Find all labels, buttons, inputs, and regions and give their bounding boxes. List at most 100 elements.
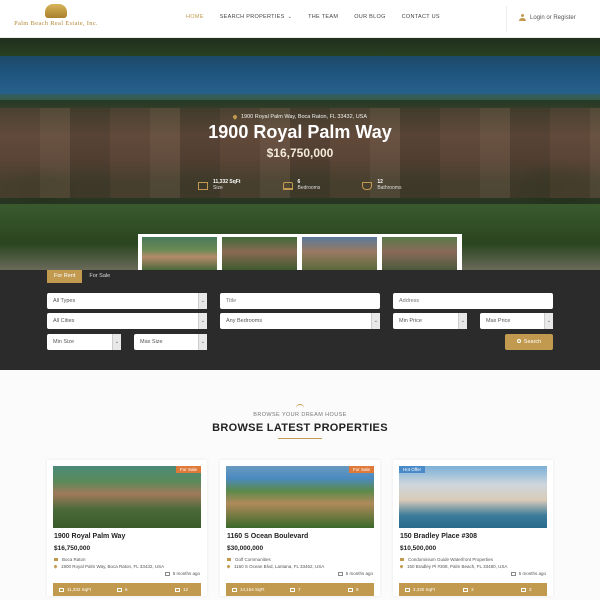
user-icon [519, 14, 526, 21]
thumbnail-2[interactable] [222, 237, 297, 270]
stat-bathrooms-label: Bathrooms [377, 185, 402, 191]
nav-search-properties[interactable]: SEARCH PROPERTIES ⌄ [220, 14, 292, 20]
property-image[interactable] [226, 466, 374, 528]
bed-icon [290, 587, 295, 592]
size-icon [405, 587, 410, 592]
main-nav: HOME SEARCH PROPERTIES ⌄ THE TEAM OUR BLO… [186, 14, 456, 20]
property-image[interactable] [53, 466, 201, 528]
property-beds-text: 6 [125, 587, 128, 592]
nav-contact-us[interactable]: CONTACT US [402, 14, 440, 20]
property-beds: 6 [117, 587, 128, 592]
nav-contact-us-label: CONTACT US [401, 14, 440, 20]
chevron-down-icon: ⌄ [460, 318, 465, 324]
tab-for-sale[interactable]: For Sale [82, 270, 117, 283]
cities-select[interactable]: All Cities ⌄ [47, 313, 207, 329]
chevron-down-icon: ⌄ [546, 318, 551, 324]
property-baths-text: 12 [183, 587, 189, 592]
bedrooms-select-value: Any Bedrooms [226, 318, 263, 324]
stat-size-label: Size [213, 185, 223, 191]
site-logo[interactable]: Palm Beach Real Estate, Inc. [6, 4, 106, 34]
nav-the-team-label: THE TEAM [308, 14, 339, 20]
search-button-label: Search [523, 339, 542, 345]
property-stats-bar: 14,154 SqFt 7 9 [226, 583, 374, 596]
latest-properties-section: BROWSE YOUR DREAM HOUSE BROWSE LATEST PR… [0, 370, 600, 600]
property-card[interactable]: Hot Offer 150 Bradley Place #308 $10,500… [393, 460, 553, 596]
property-price: $30,000,000 [227, 545, 264, 552]
hero-title[interactable]: 1900 Royal Palm Way [0, 122, 600, 143]
types-select[interactable]: All Types ⌄ [47, 293, 207, 309]
property-title[interactable]: 1900 Royal Palm Way [54, 533, 125, 540]
hero-thumbnail-strip [138, 234, 462, 270]
property-card[interactable]: For Sale 1900 Royal Palm Way $16,750,000… [47, 460, 207, 596]
tag-icon [227, 558, 231, 561]
tag-icon [400, 558, 404, 561]
min-price-select[interactable]: Min Price ⌄ [393, 313, 467, 329]
nav-our-blog-label: OUR BLOG [354, 14, 386, 20]
property-size-text: 2,330 SqFt [413, 587, 436, 592]
chevron-down-icon: ⌄ [114, 339, 119, 345]
min-price-value: Min Price [399, 318, 422, 324]
property-size-text: 14,154 SqFt [240, 587, 265, 592]
bedrooms-select[interactable]: Any Bedrooms ⌄ [220, 313, 380, 329]
min-size-select[interactable]: Min Size ⌄ [47, 334, 121, 350]
property-type-text[interactable]: Boca Raton [62, 557, 86, 562]
size-icon [59, 587, 64, 592]
thumbnail-3[interactable] [302, 237, 377, 270]
hero-address-text: 1900 Royal Palm Way, Boca Raton, FL 3343… [240, 114, 368, 120]
status-badge: Hot Offer [399, 466, 426, 473]
property-card[interactable]: For Sale 1160 S Ocean Boulevard $30,000,… [220, 460, 380, 596]
bathtub-icon [348, 587, 353, 592]
property-size: 2,330 SqFt [405, 587, 435, 592]
map-pin-icon [399, 564, 404, 569]
property-stats-bar: 11,332 SqFt 6 12 [53, 583, 201, 596]
property-address-text: 1900 Royal Palm Way, Boca Raton, FL 3343… [61, 564, 165, 569]
property-title[interactable]: 150 Bradley Place #308 [400, 533, 477, 540]
property-type-text[interactable]: Golf Communities [235, 557, 271, 562]
search-button[interactable]: Search [505, 334, 553, 350]
max-size-value: Max Size [140, 339, 163, 345]
status-badge: For Sale [348, 466, 374, 473]
thumbnail-1[interactable] [142, 237, 217, 270]
property-address: 1900 Royal Palm Way, Boca Raton, FL 3343… [53, 564, 165, 569]
stat-bedrooms: 6 Bedrooms [282, 180, 320, 191]
address-input[interactable] [393, 293, 553, 309]
property-time-text: 5 months ago [518, 571, 546, 576]
nav-home[interactable]: HOME [186, 14, 204, 20]
bed-icon [117, 587, 122, 592]
property-address: 150 Bradley Pl #308, Palm Beach, FL 3348… [399, 564, 508, 569]
min-size-value: Min Size [53, 339, 75, 345]
property-address-text: 1160 S Ocean Blvd, Lantana, FL 33462, US… [234, 564, 325, 569]
max-price-select[interactable]: Max Price ⌄ [480, 313, 553, 329]
property-address-text: 150 Bradley Pl #308, Palm Beach, FL 3348… [407, 564, 508, 569]
tag-icon [54, 558, 58, 561]
site-header: Palm Beach Real Estate, Inc. HOME SEARCH… [0, 0, 600, 38]
property-baths: 3 [521, 587, 532, 592]
hero-address: 1900 Royal Palm Way, Boca Raton, FL 3343… [0, 113, 600, 120]
property-type: Golf Communities [227, 557, 271, 562]
nav-our-blog[interactable]: OUR BLOG [354, 14, 385, 20]
property-baths-text: 9 [356, 587, 359, 592]
property-beds: 7 [290, 587, 301, 592]
nav-search-properties-label: SEARCH PROPERTIES [219, 14, 285, 20]
bathtub-icon [521, 587, 526, 592]
chevron-down-icon: ⌄ [200, 339, 205, 345]
property-type: Boca Raton [54, 557, 86, 562]
search-tabs: For Rent For Sale [47, 270, 117, 283]
title-input[interactable] [220, 293, 380, 309]
property-beds-text: 3 [471, 587, 474, 592]
nav-the-team[interactable]: THE TEAM [308, 14, 338, 20]
property-type-text[interactable]: Condominium Guide Waterfront Properties [408, 557, 493, 562]
tab-for-rent[interactable]: For Rent [47, 270, 83, 283]
thumbnail-4[interactable] [382, 237, 457, 270]
bed-icon [282, 181, 293, 190]
roof-ornament-icon [296, 404, 304, 408]
property-title[interactable]: 1160 S Ocean Boulevard [227, 533, 308, 540]
section-title: BROWSE LATEST PROPERTIES [212, 422, 388, 434]
max-size-select[interactable]: Max Size ⌄ [134, 334, 207, 350]
search-icon [516, 338, 521, 343]
login-register-link[interactable]: Login or Register [519, 14, 576, 21]
property-image[interactable] [399, 466, 547, 528]
property-time: 5 months ago [510, 571, 546, 576]
property-baths: 12 [175, 587, 188, 592]
chevron-down-icon: ⌄ [200, 318, 205, 324]
